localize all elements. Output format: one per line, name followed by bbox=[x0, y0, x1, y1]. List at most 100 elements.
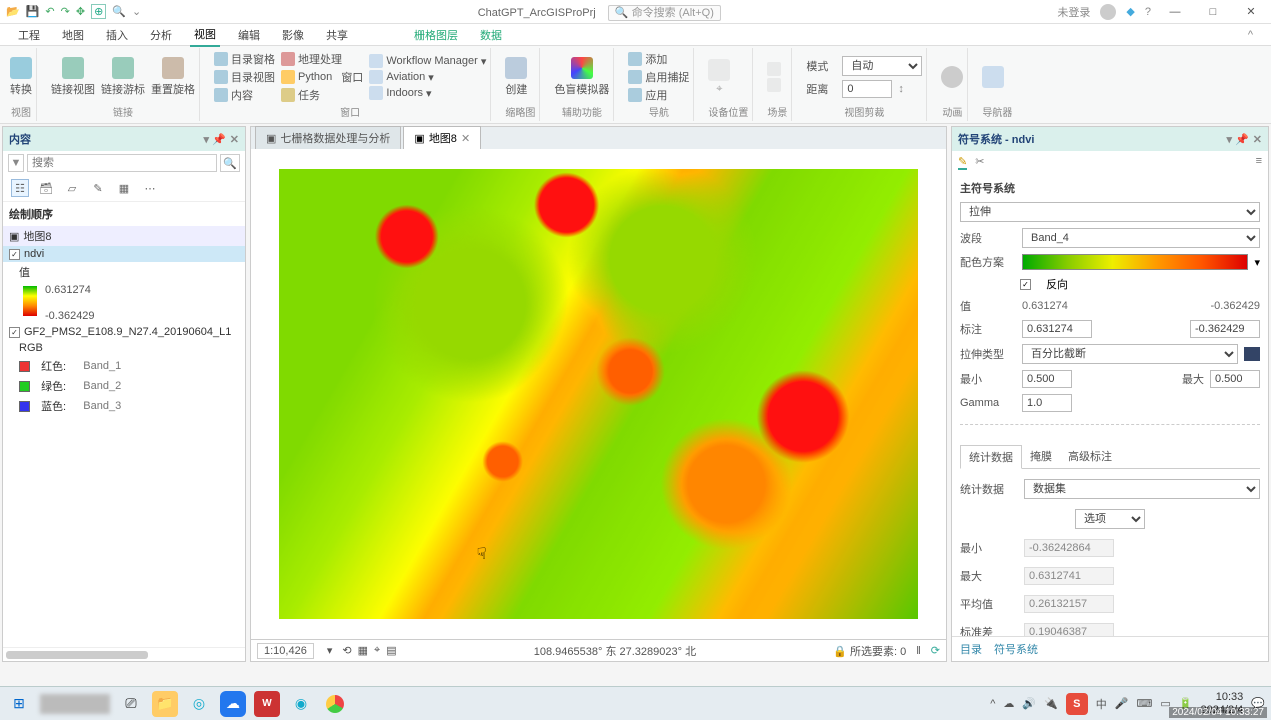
tray-mic-icon[interactable]: 🎤 bbox=[1115, 697, 1129, 710]
layer2-visibility-checkbox[interactable]: ✓ bbox=[9, 327, 20, 338]
pause-drawing-icon[interactable]: ‖ bbox=[916, 645, 921, 657]
create-thumbnail-button[interactable]: 创建 bbox=[505, 57, 527, 97]
qat-more-icon[interactable]: ⌄ bbox=[132, 5, 141, 18]
subtab-mask[interactable]: 掩膜 bbox=[1022, 445, 1060, 468]
pin-icon[interactable]: ▾ 📌 bbox=[204, 133, 226, 146]
workflow-manager-button[interactable]: Workflow Manager ▾ bbox=[369, 54, 486, 68]
contents-search[interactable] bbox=[27, 154, 217, 172]
collapse-ribbon-icon[interactable]: ^ bbox=[1244, 26, 1257, 44]
primary-symbology-icon[interactable]: ✎ bbox=[958, 155, 967, 170]
tab-imagery[interactable]: 影像 bbox=[278, 24, 308, 46]
open-icon[interactable]: 📂 bbox=[6, 5, 20, 18]
label-low-input[interactable] bbox=[1190, 320, 1260, 338]
list-by-drawing-icon[interactable]: ☷ bbox=[11, 179, 29, 197]
list-by-snapping-icon[interactable]: ▦ bbox=[115, 179, 133, 197]
apply-button[interactable]: 应用 bbox=[628, 87, 689, 103]
tasks-button[interactable]: 任务 bbox=[281, 87, 363, 103]
sym-close-icon[interactable]: ✕ bbox=[1253, 133, 1262, 146]
layer-visibility-checkbox[interactable]: ✓ bbox=[9, 249, 20, 260]
pane-close-icon[interactable]: ✕ bbox=[230, 133, 239, 146]
tray-keyboard-icon[interactable]: ⌨ bbox=[1136, 697, 1152, 710]
tray-onedrive-icon[interactable]: ☁ bbox=[1003, 697, 1014, 710]
user-avatar-icon[interactable] bbox=[1100, 4, 1116, 20]
tab-raster-layer[interactable]: 栅格图层 bbox=[410, 24, 462, 46]
toc-map[interactable]: ▣ 地图8 bbox=[3, 226, 245, 246]
sym-pin-icon[interactable]: ▾ 📌 bbox=[1227, 133, 1249, 146]
toc-layer-ndvi[interactable]: ✓ ndvi bbox=[3, 246, 245, 262]
navigator-button[interactable] bbox=[982, 66, 1004, 88]
indoors-button[interactable]: Indoors ▾ bbox=[369, 86, 486, 100]
clip-mode-select[interactable]: 自动 bbox=[842, 56, 922, 76]
tab-map[interactable]: 地图 bbox=[58, 24, 88, 46]
link-views-button[interactable]: 链接视图 bbox=[51, 57, 95, 97]
zoom-icon[interactable]: 🔍 bbox=[112, 5, 126, 18]
histogram-icon[interactable] bbox=[1244, 347, 1260, 361]
save-icon[interactable]: 💾 bbox=[26, 5, 40, 18]
tab-insert[interactable]: 插入 bbox=[102, 24, 132, 46]
list-by-selection-icon[interactable]: ▱ bbox=[63, 179, 81, 197]
stats-source-select[interactable]: 数据集 bbox=[1024, 479, 1260, 499]
tab-data[interactable]: 数据 bbox=[476, 24, 506, 46]
stats-options-select[interactable]: 选项 bbox=[1075, 509, 1145, 529]
start-button[interactable]: ⊞ bbox=[6, 691, 32, 717]
notifications-icon[interactable]: ◆ bbox=[1126, 5, 1134, 18]
list-by-source-icon[interactable]: 🗃 bbox=[37, 179, 55, 197]
edge-icon[interactable]: ◎ bbox=[186, 691, 212, 717]
snap-icon[interactable]: ⌖ bbox=[374, 644, 380, 657]
horizontal-scrollbar[interactable] bbox=[6, 651, 148, 659]
color-blind-sim-button[interactable]: 色盲模拟器 bbox=[554, 57, 609, 97]
gamma-input[interactable] bbox=[1022, 394, 1072, 412]
vary-symbology-icon[interactable]: ✂ bbox=[975, 155, 984, 170]
tab-edit[interactable]: 编辑 bbox=[234, 24, 264, 46]
folder-icon[interactable]: 📁 bbox=[152, 691, 178, 717]
list-more-icon[interactable]: ⋯ bbox=[141, 179, 159, 197]
maximize-button[interactable]: □ bbox=[1199, 6, 1227, 18]
invert-checkbox[interactable]: ✓ bbox=[1020, 279, 1031, 290]
link-cursor-button[interactable]: 链接游标 bbox=[101, 57, 145, 97]
add-data-icon[interactable]: ⊕ bbox=[91, 4, 106, 19]
tab-share[interactable]: 共享 bbox=[322, 24, 352, 46]
sym-menu-icon[interactable]: ≡ bbox=[1256, 155, 1262, 170]
refresh-icon[interactable]: ⟳ bbox=[931, 644, 940, 657]
subtab-stats[interactable]: 统计数据 bbox=[960, 445, 1022, 469]
command-search[interactable]: 🔍 命令搜索 (Alt+Q) bbox=[608, 5, 721, 21]
label-high-input[interactable] bbox=[1022, 320, 1092, 338]
sogou-ime-icon[interactable]: S bbox=[1066, 693, 1088, 715]
map-tab-1[interactable]: ▣ 七栅格数据处理与分析 bbox=[255, 126, 401, 149]
help-icon[interactable]: ? bbox=[1145, 6, 1151, 18]
undo-icon[interactable]: ↶ bbox=[45, 5, 54, 18]
task-view-icon[interactable]: ⎚ bbox=[118, 691, 144, 717]
geoprocessing-button[interactable]: 地理处理 bbox=[281, 51, 363, 67]
redo-icon[interactable]: ↷ bbox=[61, 5, 70, 18]
catalog-pane-button[interactable]: 目录窗格 bbox=[214, 51, 275, 67]
explore-icon[interactable]: ✥ bbox=[76, 5, 85, 18]
enable-snap-button[interactable]: 启用捕捉 bbox=[628, 69, 689, 85]
add-button[interactable]: 添加 bbox=[628, 51, 689, 67]
close-tab-icon[interactable]: ✕ bbox=[461, 132, 470, 145]
filter-icon[interactable]: ▼ bbox=[8, 154, 24, 172]
chrome-icon[interactable] bbox=[322, 691, 348, 717]
login-status[interactable]: 未登录 bbox=[1057, 4, 1090, 20]
tab-view[interactable]: 视图 bbox=[190, 23, 220, 47]
stretch-type-select[interactable]: 百分比截断 bbox=[1022, 344, 1238, 364]
clip-distance-input[interactable] bbox=[842, 80, 892, 98]
map-tab-2[interactable]: ▣ 地图8 ✕ bbox=[403, 126, 481, 149]
color-ramp[interactable] bbox=[1022, 254, 1248, 270]
search-go-icon[interactable]: 🔍 bbox=[220, 154, 240, 172]
app1-icon[interactable]: ☁ bbox=[220, 691, 246, 717]
band-select[interactable]: Band_4 bbox=[1022, 228, 1260, 248]
bottom-tab-catalog[interactable]: 目录 bbox=[960, 641, 982, 657]
constraint-icon[interactable]: ▦ bbox=[358, 644, 368, 657]
bottom-tab-symbology[interactable]: 符号系统 bbox=[994, 641, 1038, 657]
aviation-button[interactable]: Aviation ▾ bbox=[369, 70, 486, 84]
grid-icon[interactable]: ▤ bbox=[386, 644, 396, 657]
ime-lang[interactable]: 中 bbox=[1096, 696, 1107, 712]
wps-icon[interactable]: W bbox=[254, 691, 280, 717]
subtab-advanced-label[interactable]: 高级标注 bbox=[1060, 445, 1120, 468]
map-scale[interactable]: 1:10,426 bbox=[257, 643, 314, 659]
max-clip-input[interactable] bbox=[1210, 370, 1260, 388]
symbology-method-select[interactable]: 拉伸 bbox=[960, 202, 1260, 222]
app3-icon[interactable]: ◉ bbox=[288, 691, 314, 717]
list-by-editing-icon[interactable]: ✎ bbox=[89, 179, 107, 197]
rotation-icon[interactable]: ⟲ bbox=[342, 644, 351, 657]
